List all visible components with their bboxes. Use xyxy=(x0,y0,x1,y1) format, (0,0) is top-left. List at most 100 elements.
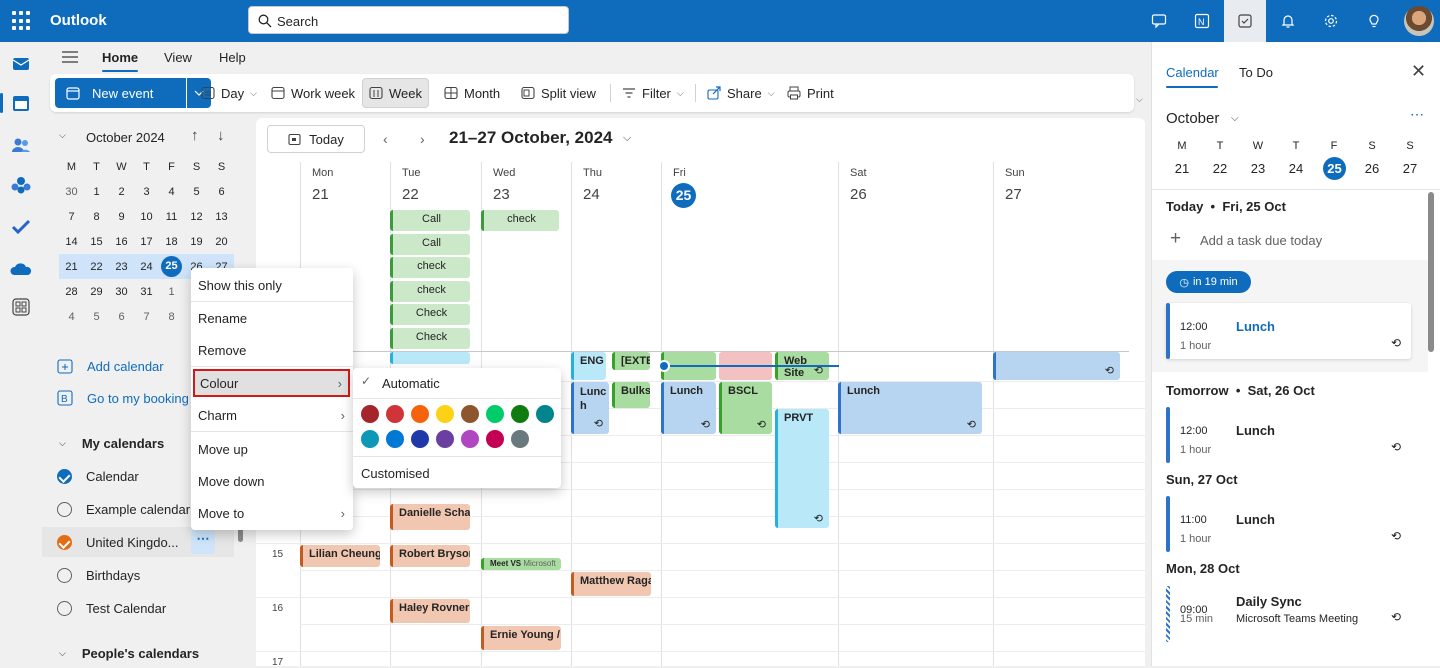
notifications-icon[interactable] xyxy=(1267,0,1309,42)
menu-item-remove[interactable]: Remove xyxy=(191,334,353,366)
event-block[interactable]: Lilian Cheung xyxy=(300,545,380,567)
colour-swatch[interactable] xyxy=(361,405,379,423)
add-icon[interactable]: + xyxy=(1170,228,1181,250)
agenda-item[interactable]: 09:00 15 min Daily Sync Microsoft Teams … xyxy=(1166,586,1411,642)
week-day-number[interactable]: 27 xyxy=(1392,161,1428,176)
mini-day[interactable]: 4 xyxy=(159,179,184,204)
event-chip[interactable]: check xyxy=(390,257,470,278)
checkbox-unchecked[interactable] xyxy=(57,567,72,583)
today-marker[interactable]: 25 xyxy=(1323,157,1346,180)
scrollbar-thumb[interactable] xyxy=(1428,192,1434,352)
mini-day[interactable]: 21 xyxy=(59,254,84,279)
event-block[interactable]: Haley Rovner xyxy=(390,599,470,623)
menu-item-colour[interactable]: Colour › xyxy=(193,369,350,397)
chevron-down-icon[interactable]: ⌵ xyxy=(623,132,631,145)
menu-item-rename[interactable]: Rename xyxy=(191,302,353,334)
mini-day[interactable]: 8 xyxy=(84,204,109,229)
people-icon[interactable] xyxy=(8,132,34,158)
filter-button[interactable]: Filter ⌵ xyxy=(616,78,690,108)
todo-icon[interactable] xyxy=(8,214,34,240)
mini-day[interactable]: 1 xyxy=(159,279,184,304)
tab-home[interactable]: Home xyxy=(102,50,139,72)
day-column-sun[interactable]: Sun 27 xyxy=(993,162,1129,666)
colour-swatch[interactable] xyxy=(386,430,404,448)
event-block[interactable]: Lunch ⟲ xyxy=(661,382,716,434)
app-title[interactable]: Outlook xyxy=(50,12,107,29)
event-chip[interactable]: Call xyxy=(390,210,470,231)
mini-day[interactable]: 14 xyxy=(59,229,84,254)
colour-swatch[interactable] xyxy=(461,430,479,448)
mini-day[interactable]: 5 xyxy=(184,179,209,204)
print-button[interactable]: Print xyxy=(781,78,840,108)
new-event-button[interactable]: New event xyxy=(55,78,186,108)
share-button[interactable]: Share ⌵ xyxy=(701,78,781,108)
event-block[interactable]: Bulks xyxy=(612,382,650,408)
colour-swatch[interactable] xyxy=(511,430,529,448)
tips-lightbulb-icon[interactable] xyxy=(1353,0,1395,42)
month-view-button[interactable]: Month xyxy=(438,78,506,108)
tab-todo[interactable]: To Do xyxy=(1239,65,1273,80)
mini-day[interactable]: 4 xyxy=(59,304,84,329)
calendar-item-test[interactable]: Test Calendar xyxy=(42,593,234,623)
mail-icon[interactable] xyxy=(8,50,34,76)
tab-help[interactable]: Help xyxy=(219,50,246,65)
mini-day[interactable]: 30 xyxy=(109,279,134,304)
tab-calendar[interactable]: Calendar xyxy=(1166,65,1219,80)
mini-day[interactable]: 15 xyxy=(84,229,109,254)
event-block[interactable] xyxy=(390,352,470,364)
mini-day[interactable]: 11 xyxy=(159,204,184,229)
week-view-button[interactable]: Week xyxy=(362,78,429,108)
week-day-number[interactable]: 22 xyxy=(1202,161,1238,176)
settings-gear-icon[interactable] xyxy=(1310,0,1352,42)
colour-swatch[interactable] xyxy=(436,405,454,423)
date-range-label[interactable]: 21–27 October, 2024 xyxy=(449,128,613,148)
peoples-calendars-group[interactable]: ⌵ People's calendars xyxy=(42,638,234,668)
day-view-button[interactable]: Day ⌵ xyxy=(195,78,263,108)
checkbox-checked[interactable] xyxy=(57,534,72,550)
week-day-number[interactable]: 21 xyxy=(1164,161,1200,176)
ribbon-collapse-chevron-icon[interactable]: ⌵ xyxy=(1136,94,1143,105)
checkbox-unchecked[interactable] xyxy=(57,501,72,517)
groups-icon[interactable] xyxy=(8,172,34,198)
mini-day[interactable]: 5 xyxy=(84,304,109,329)
arrow-up-icon[interactable]: ↑ xyxy=(191,127,199,144)
onedrive-icon[interactable] xyxy=(8,256,34,282)
mini-day[interactable]: 2 xyxy=(109,179,134,204)
event-chip[interactable]: Call xyxy=(390,234,470,255)
more-apps-icon[interactable] xyxy=(8,294,34,320)
colour-swatch[interactable] xyxy=(411,430,429,448)
colour-swatch[interactable] xyxy=(486,405,504,423)
colour-swatch[interactable] xyxy=(386,405,404,423)
arrow-down-icon[interactable]: ↓ xyxy=(217,127,225,144)
mini-day[interactable]: 23 xyxy=(109,254,134,279)
checkbox-unchecked[interactable] xyxy=(57,600,72,616)
mini-day[interactable]: 28 xyxy=(59,279,84,304)
event-block[interactable]: Meet VS Microsoft xyxy=(481,558,561,570)
mini-calendar-month[interactable]: October 2024 xyxy=(86,130,165,145)
event-block[interactable]: Lunc h ⟲ xyxy=(571,382,609,434)
hamburger-menu-icon[interactable] xyxy=(62,51,78,66)
checkbox-checked[interactable] xyxy=(57,468,72,484)
event-block[interactable]: ⟲ xyxy=(993,352,1120,380)
event-block[interactable]: [EXTE xyxy=(612,352,650,370)
event-block[interactable]: Ernie Young / xyxy=(481,626,561,650)
collapse-chevron-icon[interactable]: ⌵ xyxy=(59,130,66,141)
user-avatar[interactable] xyxy=(1404,6,1434,36)
work-week-button[interactable]: Work week xyxy=(265,78,361,108)
previous-week-chevron-icon[interactable]: ‹ xyxy=(383,131,388,147)
event-block[interactable]: Robert Bryson xyxy=(390,545,470,567)
event-block[interactable]: BSCL ⟲ xyxy=(719,382,772,434)
menu-item-move-up[interactable]: Move up xyxy=(191,433,353,465)
mini-day[interactable]: 6 xyxy=(209,179,234,204)
onenote-icon[interactable]: N xyxy=(1181,0,1223,42)
week-day-number[interactable]: 24 xyxy=(1278,161,1314,176)
mini-day[interactable]: 29 xyxy=(84,279,109,304)
agenda-item[interactable]: 11:00 1 hour Lunch ⟲ xyxy=(1166,496,1411,552)
colour-swatch[interactable] xyxy=(536,405,554,423)
colour-customised-option[interactable]: Customised xyxy=(361,466,430,481)
event-block[interactable]: ENG xyxy=(571,352,606,380)
mini-day[interactable]: 7 xyxy=(134,304,159,329)
agenda-item[interactable]: 12:00 1 hour Lunch ⟲ xyxy=(1166,303,1411,359)
mini-day[interactable]: 10 xyxy=(134,204,159,229)
right-month-label[interactable]: October xyxy=(1166,110,1219,127)
